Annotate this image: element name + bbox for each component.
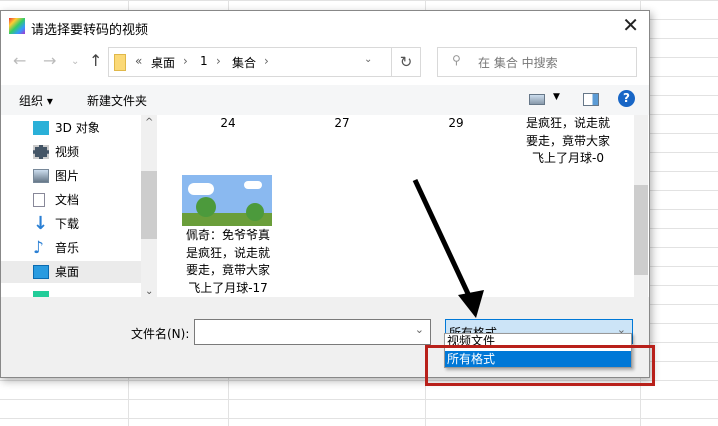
sidebar-item-3d-objects[interactable]: 3D 对象 xyxy=(33,117,141,139)
sidebar-item-downloads[interactable]: ↓ 下载 xyxy=(33,213,141,235)
scrollbar-thumb[interactable] xyxy=(634,185,648,275)
file-item-24[interactable]: 24 xyxy=(180,115,276,133)
pictures-icon xyxy=(33,169,49,183)
file-item-17[interactable]: 佩奇：免爷爷真 是疯狂，说走就 要走，竟带大家 飞上了月球-17 xyxy=(180,227,276,297)
new-folder-button[interactable]: 新建文件夹 xyxy=(87,92,147,109)
file-item-27[interactable]: 27 xyxy=(294,115,390,133)
address-dropdown-icon[interactable]: ⌄ xyxy=(364,54,372,65)
breadcrumb-desktop[interactable]: 桌面 xyxy=(151,54,175,71)
desktop-icon xyxy=(33,265,49,279)
refresh-button[interactable]: ↻ xyxy=(391,47,421,77)
music-icon: ♪ xyxy=(33,238,44,258)
breadcrumb-overflow[interactable]: « xyxy=(135,54,142,68)
back-button[interactable]: ← xyxy=(13,51,26,70)
annotation-highlight-box xyxy=(425,345,655,386)
sidebar-item-documents[interactable]: 文档 xyxy=(33,189,141,211)
close-button[interactable]: ✕ xyxy=(622,13,639,37)
app-icon xyxy=(9,18,25,34)
recent-dropdown[interactable]: ⌄ xyxy=(71,56,79,67)
download-icon: ↓ xyxy=(33,213,49,234)
3d-objects-icon xyxy=(33,121,49,135)
sidebar-scrollbar[interactable]: ^ ⌄ xyxy=(141,115,157,297)
video-icon xyxy=(33,145,49,159)
breadcrumb-1[interactable]: 1 xyxy=(200,54,208,68)
file-list-scrollbar[interactable] xyxy=(634,115,648,297)
sidebar-item-partial[interactable] xyxy=(33,287,141,297)
video-thumbnail[interactable] xyxy=(182,175,272,226)
toolbar: 组织 ▾ 新建文件夹 ▼ ? xyxy=(1,85,649,115)
annotation-arrow xyxy=(412,178,484,318)
sidebar-item-desktop[interactable]: 桌面 xyxy=(1,261,141,283)
view-icon[interactable] xyxy=(529,94,545,105)
documents-icon xyxy=(33,193,45,207)
search-input[interactable]: ⚲ 在 集合 中搜索 xyxy=(437,47,637,77)
dialog-title: 请选择要转码的视频 xyxy=(31,23,149,38)
help-icon[interactable]: ? xyxy=(618,90,635,107)
filename-input[interactable]: ⌄ xyxy=(194,319,431,345)
sidebar-item-videos[interactable]: 视频 xyxy=(33,141,141,163)
search-icon: ⚲ xyxy=(452,53,461,67)
view-dropdown-icon[interactable]: ▼ xyxy=(553,92,560,102)
file-item-0[interactable]: 是疯狂，说走就 要走，竟带大家 飞上了月球-0 xyxy=(520,115,616,168)
folder-icon xyxy=(114,54,126,71)
sidebar-item-pictures[interactable]: 图片 xyxy=(33,165,141,187)
filename-label: 文件名(N): xyxy=(131,327,190,341)
breadcrumb-collection[interactable]: 集合 xyxy=(232,54,256,71)
file-open-dialog: 请选择要转码的视频 ✕ ← → ⌄ ↑ « 桌面 › 1 › 集合 › ⌄ ↻ … xyxy=(0,10,650,378)
file-item-29[interactable]: 29 xyxy=(408,115,504,133)
organize-button[interactable]: 组织 ▾ xyxy=(19,92,53,109)
forward-button[interactable]: → xyxy=(43,51,56,70)
sidebar-item-music[interactable]: ♪ 音乐 xyxy=(33,237,141,259)
preview-pane-icon[interactable] xyxy=(583,93,599,106)
up-button[interactable]: ↑ xyxy=(89,51,102,70)
navigation-pane: 3D 对象 视频 图片 文档 ↓ 下载 ♪ 音乐 桌面 ^ ⌄ xyxy=(1,115,157,297)
address-bar[interactable]: « 桌面 › 1 › 集合 › ⌄ xyxy=(108,47,421,77)
scrollbar-thumb[interactable] xyxy=(141,171,157,239)
